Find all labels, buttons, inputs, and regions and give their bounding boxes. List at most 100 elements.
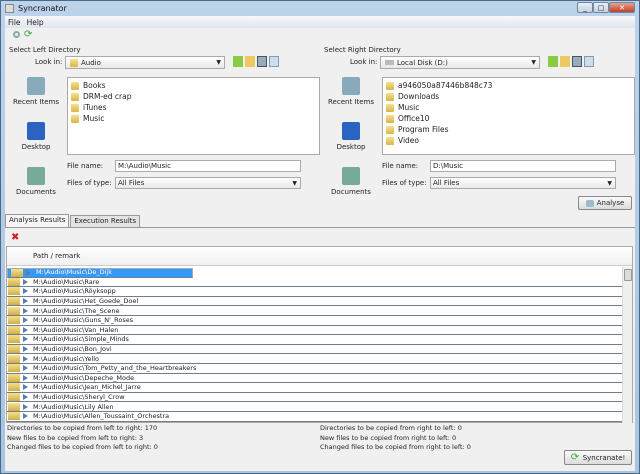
folder-icon [386, 81, 394, 90]
expand-arrow-icon[interactable] [23, 394, 28, 401]
file-name-input[interactable]: D:\Music [430, 160, 616, 172]
table-row[interactable]: M:\Audio\Music\Sheryl_Crow [7, 393, 623, 403]
folder-name: Books [83, 81, 106, 90]
analyse-button[interactable]: Analyse [578, 196, 632, 210]
table-row[interactable]: M:\Audio\Music\Tom_Petty_and_the_Heartbr… [7, 364, 623, 374]
new-folder-icon[interactable] [560, 56, 570, 67]
analyse-icon [585, 199, 594, 207]
expand-arrow-icon[interactable] [23, 278, 28, 285]
folder-item[interactable]: Office10 [386, 113, 631, 124]
details-view-icon[interactable] [584, 56, 594, 67]
expand-arrow-icon[interactable] [26, 269, 31, 276]
folder-item[interactable]: Video [386, 135, 631, 146]
expand-arrow-icon[interactable] [23, 317, 28, 324]
table-row[interactable]: M:\Audio\Music\Allen_Toussaint_Orchestra [7, 412, 623, 422]
row-path: M:\Audio\Music\Allen_Toussaint_Orchestra [33, 412, 170, 421]
expand-arrow-icon[interactable] [23, 346, 28, 353]
right-directory-panel: Select Right Directory Look in: Local Di… [322, 44, 635, 204]
file-name-input[interactable]: M:\Audio\Music [115, 160, 301, 172]
folder-copy-icon [8, 345, 20, 354]
up-folder-icon[interactable] [233, 56, 243, 67]
row-path: M:\Audio\Music\Guns_N'_Roses [33, 316, 134, 325]
panel-label: Select Right Directory [324, 46, 401, 54]
file-type-select[interactable]: All Files ▼ [115, 177, 301, 189]
table-row[interactable]: M:\Audio\Music\Simple_Minds [7, 335, 623, 345]
table-row[interactable]: M:\Audio\Music\Rare [7, 277, 623, 288]
look-in-combo[interactable]: Local Disk (D:) ▼ [380, 56, 540, 69]
file-type-label: Files of type: [382, 179, 427, 187]
maximize-button[interactable]: □ [593, 2, 609, 13]
documents-icon [27, 167, 45, 185]
table-row[interactable]: M:\Audio\Music\Yello [7, 354, 623, 364]
folder-item[interactable]: Books [71, 80, 316, 91]
title-bar: Syncranator _ □ ✕ [1, 1, 639, 16]
shortcut-recent-items[interactable]: Recent Items [326, 77, 376, 122]
expand-arrow-icon[interactable] [23, 374, 28, 381]
table-row[interactable]: M:\Audio\Music\Guns_N'_Roses [7, 316, 623, 326]
delete-icon[interactable]: ✖ [11, 232, 19, 243]
folder-item[interactable]: iTunes [71, 102, 316, 113]
expand-arrow-icon[interactable] [23, 288, 28, 295]
expand-arrow-icon[interactable] [23, 365, 28, 372]
table-row[interactable]: M:\Audio\Music\Lily Allen [7, 402, 623, 412]
folder-name: Office10 [398, 114, 430, 123]
table-row[interactable]: M:\Audio\Music\Het_Goede_Doel [7, 297, 623, 307]
expand-arrow-icon[interactable] [23, 403, 28, 410]
row-path: M:\Audio\Music\Het_Goede_Doel [33, 297, 139, 306]
folder-item[interactable]: Program Files [386, 124, 631, 135]
file-type-select[interactable]: All Files ▼ [430, 177, 616, 189]
file-name-label: File name: [382, 162, 419, 170]
expand-arrow-icon[interactable] [23, 326, 28, 333]
shortcut-documents[interactable]: Documents [326, 167, 376, 212]
shortcut-label: Documents [331, 188, 371, 196]
folder-item[interactable]: Downloads [386, 91, 631, 102]
shortcut-recent-items[interactable]: Recent Items [11, 77, 61, 122]
folder-item[interactable]: a946050a87446b848c73 [386, 80, 631, 91]
folder-item[interactable]: Music [71, 113, 316, 124]
new-folder-icon[interactable] [245, 56, 255, 67]
tab-analysis-results[interactable]: Analysis Results [5, 214, 70, 227]
expand-arrow-icon[interactable] [23, 355, 28, 362]
folder-item[interactable]: Music [386, 102, 631, 113]
list-view-icon[interactable] [572, 56, 582, 67]
table-row[interactable]: M:\Audio\Music\Röyksopp [7, 287, 623, 297]
up-folder-icon[interactable] [548, 56, 558, 67]
folder-item[interactable]: DRM-ed crap [71, 91, 316, 102]
expand-arrow-icon[interactable] [23, 336, 28, 343]
table-row[interactable]: M:\Audio\Music\Bon_Jovi [7, 345, 623, 355]
magnifier-icon[interactable] [13, 31, 20, 38]
menu-help[interactable]: Help [27, 18, 44, 27]
look-in-combo[interactable]: Audio ▼ [65, 56, 225, 69]
row-path: M:\Audio\Music\Simple_Minds [33, 335, 129, 344]
table-row[interactable]: M:\Audio\Music\Van_Halen [7, 325, 623, 336]
file-list[interactable]: Books DRM-ed crap iTunes Music [67, 77, 320, 155]
file-list[interactable]: a946050a87446b848c73 Downloads Music Office… [382, 77, 635, 155]
expand-arrow-icon[interactable] [23, 384, 28, 391]
vertical-scrollbar[interactable] [622, 267, 632, 423]
shortcut-desktop[interactable]: Desktop [326, 122, 376, 167]
expand-arrow-icon[interactable] [23, 307, 28, 314]
table-row[interactable]: M:\Audio\Music\Depeche_Mode [7, 373, 623, 384]
column-header-path[interactable]: Path / remark [7, 247, 632, 266]
recent-items-icon [342, 77, 360, 95]
details-view-icon[interactable] [269, 56, 279, 67]
shortcut-documents[interactable]: Documents [11, 167, 61, 212]
shortcut-desktop[interactable]: Desktop [11, 122, 61, 167]
list-view-icon[interactable] [257, 56, 267, 67]
analysis-results-panel: ✖ Path / remark M:\Audio\Music\De_Dijk M:… [5, 227, 635, 423]
table-row[interactable]: M:\Audio\Music\Jean_Michel_Jarre [7, 383, 623, 393]
row-path: M:\Audio\Music\Tom_Petty_and_the_Heartbr… [33, 364, 197, 373]
syncranate-button[interactable]: ⟳ Syncranate! [564, 450, 632, 465]
syncranate-label: Syncranate! [582, 453, 626, 462]
expand-arrow-icon[interactable] [23, 413, 28, 420]
refresh-icon[interactable]: ⟳ [24, 30, 33, 40]
scrollbar-thumb[interactable] [624, 269, 632, 281]
table-row[interactable]: M:\Audio\Music\The_Scene [7, 306, 623, 316]
tab-execution-results[interactable]: Execution Results [70, 215, 141, 227]
row-path: M:\Audio\Music\Yello [33, 354, 100, 363]
table-row[interactable]: M:\Audio\Music\De_Dijk [7, 268, 193, 278]
minimize-button[interactable]: _ [577, 2, 593, 13]
close-button[interactable]: ✕ [609, 2, 635, 13]
expand-arrow-icon[interactable] [23, 298, 28, 305]
menu-file[interactable]: File [8, 18, 21, 27]
